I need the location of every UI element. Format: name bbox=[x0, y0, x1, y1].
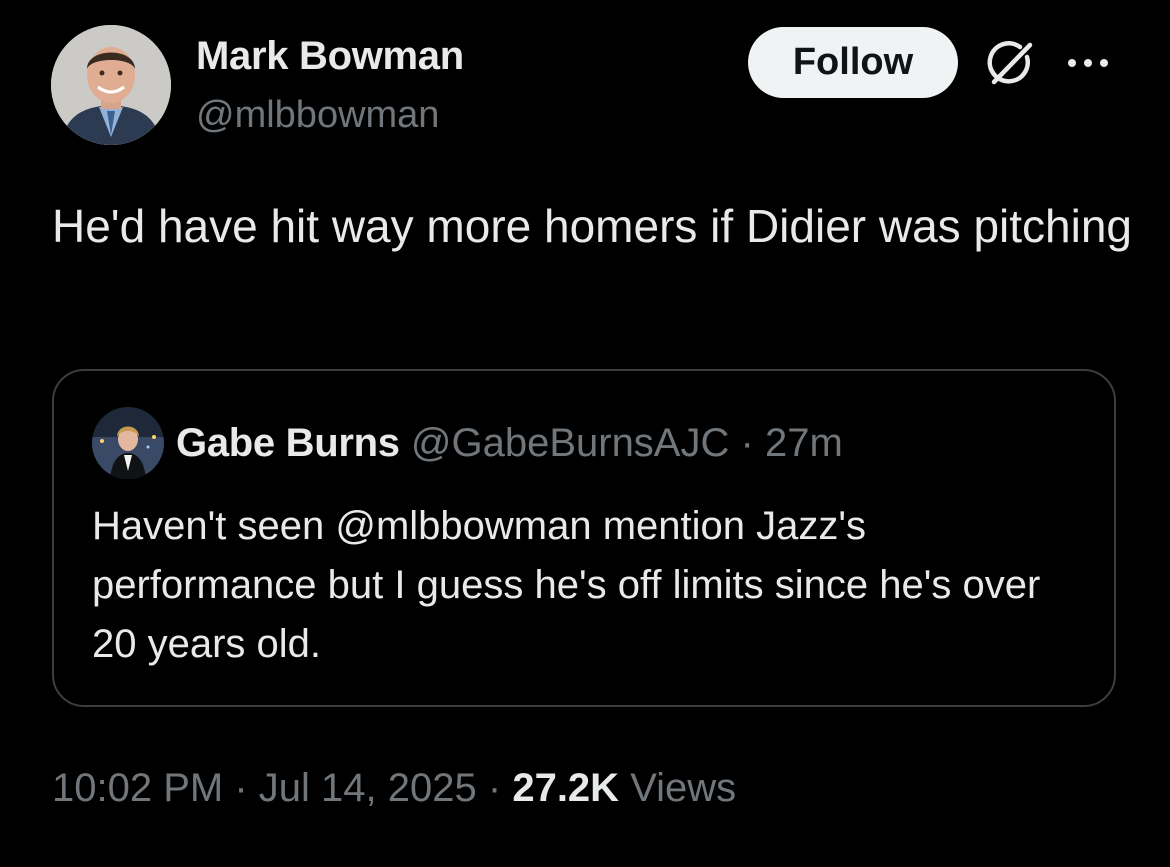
quote-author-name[interactable]: Gabe Burns bbox=[176, 421, 400, 465]
tweet-date[interactable]: Jul 14, 2025 bbox=[259, 766, 477, 810]
author-name[interactable]: Mark Bowman bbox=[196, 34, 464, 79]
views-label: Views bbox=[630, 766, 737, 810]
quote-avatar-image bbox=[92, 407, 164, 479]
grok-icon[interactable] bbox=[984, 38, 1036, 90]
tweet-page: Mark Bowman @mlbbowman Follow He'd have … bbox=[0, 0, 1170, 867]
quote-text: Haven't seen @mlbbowman mention Jazz's p… bbox=[92, 504, 1041, 666]
quote-separator: · bbox=[740, 421, 754, 465]
follow-button[interactable]: Follow bbox=[748, 27, 958, 98]
views-count[interactable]: 27.2K bbox=[512, 766, 619, 810]
meta-separator: · bbox=[487, 766, 502, 810]
meta-separator: · bbox=[234, 766, 248, 810]
author-avatar-image bbox=[51, 25, 171, 145]
quote-author-handle[interactable]: @GabeBurnsAJC bbox=[411, 421, 730, 465]
author-handle[interactable]: @mlbbowman bbox=[196, 94, 439, 137]
quote-author-avatar[interactable] bbox=[92, 407, 164, 479]
more-icon[interactable] bbox=[1064, 52, 1112, 74]
tweet-text: He'd have hit way more homers if Didier … bbox=[52, 200, 1133, 252]
quoted-tweet-card[interactable]: Gabe Burns @GabeBurnsAJC · 27m Haven't s… bbox=[52, 369, 1116, 707]
tweet-meta: 10:02 PM · Jul 14, 2025 · 27.2K Views bbox=[52, 766, 736, 811]
tweet-time[interactable]: 10:02 PM bbox=[52, 766, 223, 810]
author-avatar[interactable] bbox=[51, 25, 171, 145]
quote-header: Gabe Burns @GabeBurnsAJC · 27m bbox=[176, 421, 843, 466]
quote-timestamp[interactable]: 27m bbox=[765, 421, 843, 465]
